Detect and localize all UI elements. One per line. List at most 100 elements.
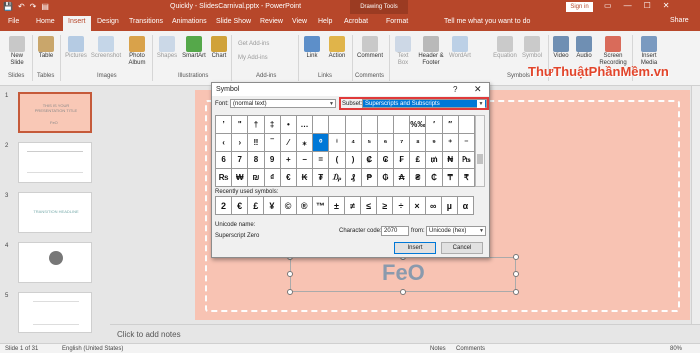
symbol-cell[interactable]: ₯ [329, 169, 346, 187]
screenshot-button[interactable]: Screenshot [90, 36, 122, 60]
symbol-cell[interactable]: ₸ [442, 169, 459, 187]
symbol-cell[interactable]: %‰ [410, 116, 427, 134]
comment-button[interactable]: Comment [355, 36, 385, 60]
slide-thumbnail[interactable]: TRANSITION HEADLINE [18, 192, 92, 233]
share-button[interactable]: Share [670, 17, 689, 24]
dialog-close-icon[interactable]: ✕ [474, 84, 482, 95]
undo-icon[interactable]: ↶ [18, 2, 25, 11]
shapes-button[interactable]: Shapes [155, 36, 179, 60]
symbol-cell[interactable]: − [296, 151, 314, 170]
slide-thumbnail[interactable] [18, 292, 92, 333]
tab-transitions[interactable]: Transitions [129, 18, 163, 25]
recent-symbol-cell[interactable]: ∞ [425, 197, 442, 215]
recent-symbol-cell[interactable]: µ [441, 197, 458, 215]
help-icon[interactable]: ? [453, 85, 457, 94]
slide-thumbnail[interactable] [18, 142, 92, 183]
recent-symbol-cell[interactable]: € [232, 197, 249, 215]
redo-icon[interactable]: ↷ [30, 2, 37, 11]
photo-album-button[interactable]: Photo Album [124, 36, 150, 67]
tab-animations[interactable]: Animations [172, 18, 207, 25]
symbol-button[interactable]: Symbol [520, 36, 544, 60]
symbol-cell[interactable] [345, 116, 362, 134]
from-select[interactable]: Unicode (hex) ▼ [426, 226, 486, 236]
recent-symbol-cell[interactable]: × [409, 197, 426, 215]
symbol-cell[interactable]: ₢ [377, 151, 395, 170]
tab-help[interactable]: Help [318, 18, 332, 25]
vertical-scrollbar[interactable] [691, 86, 700, 324]
symbol-cell[interactable]: ⁶ [377, 133, 395, 152]
sign-in-button[interactable]: Sign in [566, 2, 593, 12]
get-addins-button[interactable]: Get Add-ins [238, 41, 269, 47]
chart-button[interactable]: Chart [209, 36, 229, 60]
scrollbar-thumb[interactable] [477, 154, 483, 164]
symbol-cell[interactable]: ₲ [377, 169, 395, 187]
slide-text[interactable]: FeO [382, 260, 425, 286]
tab-insert[interactable]: Insert [63, 16, 91, 31]
table-button[interactable]: Table [35, 36, 57, 60]
symbol-cell[interactable]: ₥ [426, 151, 443, 170]
save-icon[interactable]: 💾 [3, 2, 13, 11]
link-button[interactable]: Link [302, 36, 322, 60]
symbol-cell[interactable]: ⁺ [442, 133, 459, 152]
symbol-cell[interactable]: ‾ [264, 133, 281, 152]
tab-format[interactable]: Format [386, 18, 408, 25]
cancel-button[interactable]: Cancel [441, 242, 483, 254]
symbol-cell[interactable]: ⁷ [394, 133, 411, 152]
symbol-cell[interactable]: ₮ [313, 169, 330, 187]
symbol-cell[interactable]: 6 [216, 151, 233, 170]
recent-symbol-cell[interactable]: ™ [312, 197, 329, 215]
tab-view[interactable]: View [292, 18, 307, 25]
header-footer-button[interactable]: Header & Footer [416, 36, 446, 67]
symbol-cell[interactable]: ‼ [248, 133, 265, 152]
symbol-cell[interactable]: € [280, 169, 297, 187]
language-indicator[interactable]: English (United States) [62, 346, 123, 352]
symbol-cell[interactable]: ⁴ [345, 133, 362, 152]
symbol-cell[interactable]: ₴ [410, 169, 427, 187]
resize-handle[interactable] [287, 271, 293, 277]
symbol-cell[interactable]: ″ [442, 116, 459, 134]
slide-thumbnail[interactable] [18, 242, 92, 283]
symbol-cell[interactable]: ‡ [264, 116, 281, 134]
symbol-cell[interactable]: + [280, 151, 297, 170]
symbol-cell[interactable]: ₨ [216, 169, 233, 187]
wordart-button[interactable]: WordArt [448, 36, 472, 60]
zoom-level[interactable]: 80% [670, 346, 682, 352]
symbol-cell[interactable]: ₣ [394, 151, 411, 170]
smartart-button[interactable]: SmartArt [181, 36, 207, 60]
symbol-cell[interactable] [329, 116, 346, 134]
tab-slide-show[interactable]: Slide Show [216, 18, 251, 25]
tab-acrobat[interactable]: Acrobat [344, 18, 368, 25]
my-addins-button[interactable]: My Add-ins [238, 55, 268, 61]
tell-me-search[interactable]: Tell me what you want to do [444, 18, 530, 25]
new-slide-button[interactable]: New Slide [4, 36, 30, 67]
slide-thumbnail[interactable]: THIS IS YOUR PRESENTATION TITLE FeO [18, 92, 92, 133]
restore-button[interactable]: ☐ [644, 1, 651, 10]
recent-symbol-cell[interactable]: ≤ [361, 197, 378, 215]
symbol-cell[interactable]: ⁎ [296, 133, 314, 152]
recent-symbol-cell[interactable]: ® [296, 197, 313, 215]
recent-symbol-cell[interactable]: ≥ [377, 197, 394, 215]
symbol-cell[interactable]: 8 [248, 151, 265, 170]
symbol-cell[interactable]: = [313, 151, 330, 170]
symbol-cell[interactable]: ₳ [394, 169, 411, 187]
symbol-cell[interactable]: • [280, 116, 297, 134]
symbol-cell[interactable]: ′ [426, 116, 443, 134]
symbol-grid-scrollbar[interactable] [475, 115, 485, 187]
symbol-cell[interactable]: ₱ [361, 169, 378, 187]
symbol-cell[interactable]: ₪ [248, 169, 265, 187]
symbol-cell[interactable]: ⁻ [458, 133, 475, 152]
symbol-cell[interactable] [394, 116, 411, 134]
comments-button[interactable]: Comments [456, 346, 485, 352]
recent-symbol-cell[interactable]: ÷ [393, 197, 410, 215]
symbol-cell-selected[interactable]: ⁰ [313, 133, 330, 152]
symbol-cell[interactable]: ₫ [264, 169, 281, 187]
symbol-cell[interactable]: ‹ [216, 133, 233, 152]
insert-media-button[interactable]: Insert Media [635, 36, 663, 67]
symbol-cell[interactable]: ₤ [410, 151, 427, 170]
audio-button[interactable]: Audio [574, 36, 594, 60]
symbol-cell[interactable] [458, 116, 475, 134]
close-button[interactable]: ✕ [663, 1, 670, 10]
symbol-cell[interactable]: ⁸ [410, 133, 427, 152]
symbol-cell[interactable] [377, 116, 395, 134]
symbol-cell[interactable]: … [296, 116, 314, 134]
